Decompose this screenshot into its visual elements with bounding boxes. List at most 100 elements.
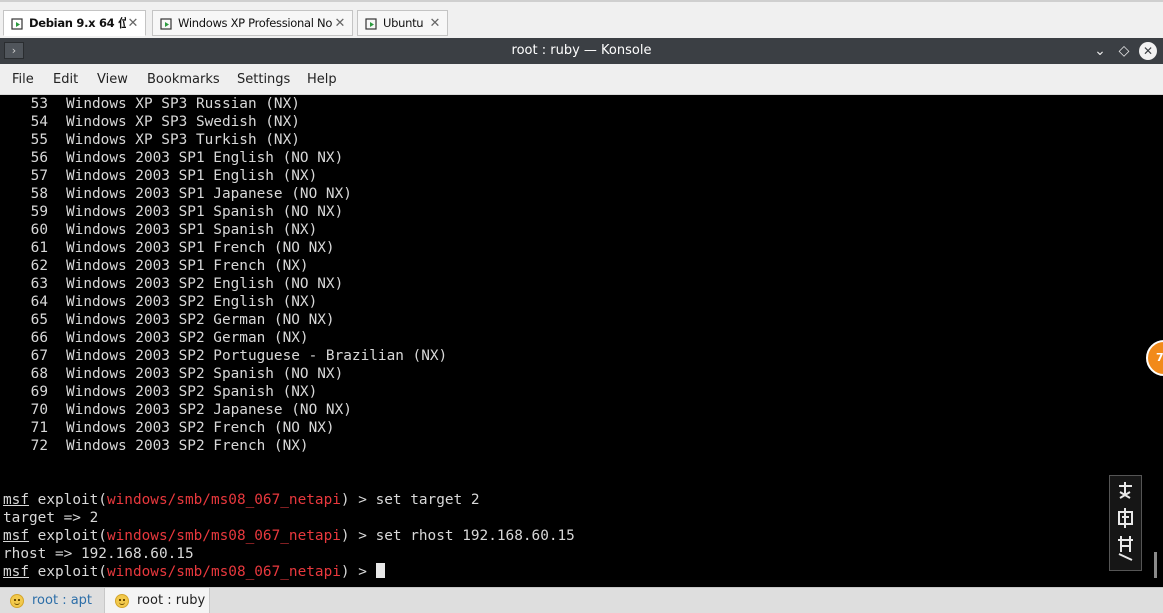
module-name: windows/smb/ms08_067_netapi (106, 528, 341, 544)
vm-tab-label: Debian 9.x 64 位 (29, 16, 126, 30)
prompt-line: msf exploit(windows/smb/ms08_067_netapi)… (3, 491, 480, 509)
session-tab-apt[interactable]: root : apt (0, 588, 104, 613)
msf-prompt: msf (3, 564, 29, 580)
target-number: 64 (30, 294, 48, 310)
vm-tab-label: Windows XP Professional No P... (178, 16, 333, 30)
command-output: target => 2 (3, 510, 99, 526)
target-row: 69 Windows 2003 SP2 Spanish (NX) (3, 383, 318, 401)
target-name: Windows 2003 SP1 French (NO NX) (66, 240, 335, 256)
target-row: 71 Windows 2003 SP2 French (NO NX) (3, 419, 335, 437)
target-row: 70 Windows 2003 SP2 Japanese (NO NX) (3, 401, 352, 419)
target-name: Windows 2003 SP1 English (NO NX) (66, 150, 344, 166)
target-number: 63 (30, 276, 48, 292)
menu-file[interactable]: File (12, 64, 34, 95)
target-name: Windows 2003 SP2 Spanish (NO NX) (66, 366, 344, 382)
prompt-exploit: exploit( (29, 528, 107, 544)
target-name: Windows 2003 SP1 French (NX) (66, 258, 309, 274)
session-tab-label: root : ruby (137, 593, 206, 608)
command-text: set target 2 (375, 492, 480, 508)
msf-prompt: msf (3, 528, 29, 544)
target-number: 65 (30, 312, 48, 328)
target-number: 70 (30, 402, 48, 418)
target-number: 55 (30, 132, 48, 148)
smiley-icon (10, 593, 24, 608)
target-name: Windows 2003 SP2 German (NO NX) (66, 312, 335, 328)
prompt-exploit: exploit( (29, 492, 107, 508)
session-tab-label: root : apt (32, 593, 93, 608)
target-name: Windows 2003 SP2 Spanish (NX) (66, 384, 318, 400)
menu-bookmarks[interactable]: Bookmarks (147, 64, 220, 95)
target-row: 63 Windows 2003 SP2 English (NO NX) (3, 275, 344, 293)
command-text: set rhost 192.168.60.15 (375, 528, 575, 544)
target-name: Windows 2003 SP1 Spanish (NX) (66, 222, 318, 238)
target-number: 53 (30, 96, 48, 112)
window-menu-icon[interactable]: › (4, 42, 24, 59)
target-number: 58 (30, 186, 48, 202)
target-row: 58 Windows 2003 SP1 Japanese (NO NX) (3, 185, 352, 203)
prompt-close: ) > (340, 528, 376, 544)
target-row: 54 Windows XP SP3 Swedish (NX) (3, 113, 300, 131)
maximize-icon[interactable]: ◇ (1115, 42, 1133, 60)
target-row: 72 Windows 2003 SP2 French (NX) (3, 437, 309, 455)
menu-view[interactable]: View (97, 64, 128, 95)
target-name: Windows 2003 SP2 English (NX) (66, 294, 318, 310)
target-number: 71 (30, 420, 48, 436)
target-number: 57 (30, 168, 48, 184)
prompt-line[interactable]: msf exploit(windows/smb/ms08_067_netapi)… (3, 563, 385, 581)
vm-tab-ubuntu[interactable]: Ubuntu ✕ (357, 10, 448, 36)
menu-edit[interactable]: Edit (53, 64, 78, 95)
close-icon[interactable]: ✕ (428, 16, 442, 31)
vm-tab-windows-xp[interactable]: Windows XP Professional No P... ✕ (152, 10, 353, 36)
session-tab-bar: root : apt root : ruby (0, 587, 1163, 613)
target-number: 72 (30, 438, 48, 454)
target-name: Windows 2003 SP2 English (NO NX) (66, 276, 344, 292)
menu-bar: File Edit View Bookmarks Settings Help (0, 64, 1163, 95)
minimize-icon[interactable]: ⌄ (1091, 42, 1109, 60)
target-row: 62 Windows 2003 SP1 French (NX) (3, 257, 309, 275)
target-row: 57 Windows 2003 SP1 English (NX) (3, 167, 318, 185)
close-icon[interactable]: ✕ (126, 16, 140, 31)
target-number: 68 (30, 366, 48, 382)
target-row: 64 Windows 2003 SP2 English (NX) (3, 293, 318, 311)
prompt-exploit: exploit( (29, 564, 107, 580)
target-number: 66 (30, 330, 48, 346)
vm-icon (365, 17, 377, 30)
target-name: Windows XP SP3 Russian (NX) (66, 96, 300, 112)
target-name: Windows 2003 SP1 Spanish (NO NX) (66, 204, 344, 220)
target-name: Windows 2003 SP2 German (NX) (66, 330, 309, 346)
target-name: Windows XP SP3 Swedish (NX) (66, 114, 300, 130)
target-number: 69 (30, 384, 48, 400)
menu-help[interactable]: Help (307, 64, 337, 95)
target-row: 66 Windows 2003 SP2 German (NX) (3, 329, 309, 347)
text-cursor (375, 563, 385, 578)
target-name: Windows 2003 SP1 Japanese (NO NX) (66, 186, 352, 202)
target-number: 54 (30, 114, 48, 130)
vm-tab-debian[interactable]: Debian 9.x 64 位 ✕ (3, 10, 146, 36)
target-row: 68 Windows 2003 SP2 Spanish (NO NX) (3, 365, 344, 383)
target-name: Windows 2003 SP2 Portuguese - Brazilian … (66, 348, 448, 364)
target-name: Windows 2003 SP2 Japanese (NO NX) (66, 402, 352, 418)
target-number: 67 (30, 348, 48, 364)
target-name: Windows 2003 SP1 English (NX) (66, 168, 318, 184)
close-icon[interactable]: ✕ (333, 16, 347, 31)
close-window-icon[interactable]: ✕ (1139, 42, 1157, 60)
target-name: Windows XP SP3 Turkish (NX) (66, 132, 300, 148)
target-row: 61 Windows 2003 SP1 French (NO NX) (3, 239, 335, 257)
prompt-close: ) > (340, 492, 376, 508)
target-number: 61 (30, 240, 48, 256)
session-tab-ruby[interactable]: root : ruby (104, 588, 210, 613)
vm-icon (11, 17, 23, 30)
target-row: 56 Windows 2003 SP1 English (NO NX) (3, 149, 344, 167)
vm-icon (160, 17, 172, 30)
prompt-close: ) > (340, 564, 376, 580)
target-row: 60 Windows 2003 SP1 Spanish (NX) (3, 221, 318, 239)
window-title: root : ruby — Konsole (511, 43, 652, 58)
module-name: windows/smb/ms08_067_netapi (106, 492, 341, 508)
target-number: 59 (30, 204, 48, 220)
target-row: 53 Windows XP SP3 Russian (NX) (3, 95, 300, 113)
scrollbar[interactable] (1154, 552, 1157, 578)
terminal-output[interactable]: 53 Windows XP SP3 Russian (NX) 54 Windows X… (0, 95, 1163, 587)
vm-tab-strip: Debian 9.x 64 位 ✕ Windows XP Professiona… (0, 0, 1163, 38)
menu-settings[interactable]: Settings (237, 64, 290, 95)
command-output: rhost => 192.168.60.15 (3, 546, 194, 562)
